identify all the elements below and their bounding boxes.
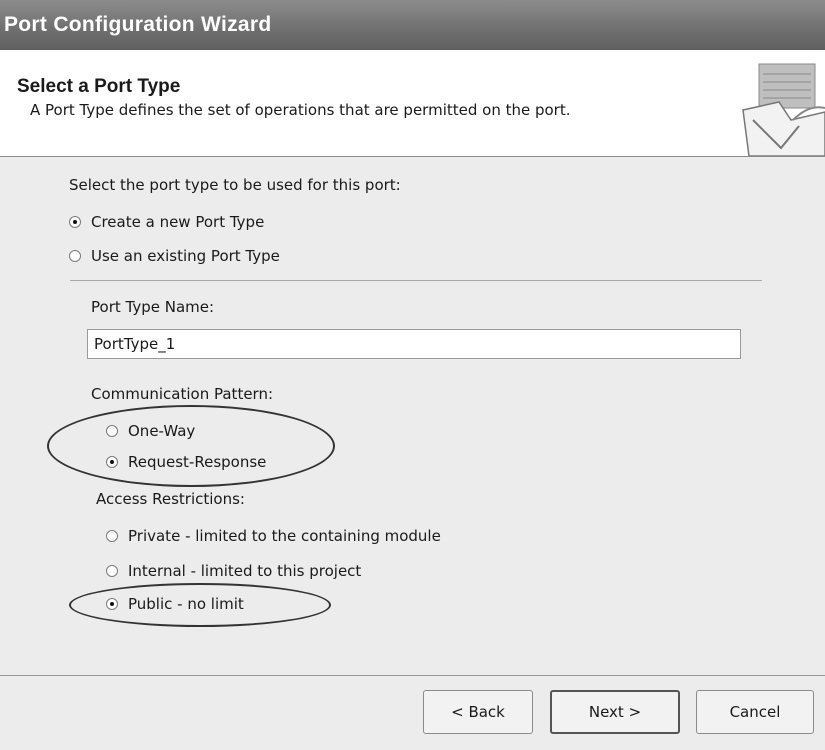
title-bar: Port Configuration Wizard: [0, 0, 825, 50]
radio-unselected-icon: [106, 425, 118, 437]
radio-label: Public - no limit: [128, 595, 244, 613]
radio-label: Use an existing Port Type: [91, 247, 280, 265]
wizard-port-icon: [742, 63, 825, 156]
radio-label: Internal - limited to this project: [128, 562, 362, 580]
public-access-radio[interactable]: Public - no limit: [106, 595, 244, 613]
highlight-ellipse: [47, 405, 335, 487]
next-button[interactable]: Next >: [550, 690, 680, 734]
divider: [70, 280, 762, 281]
window-title: Port Configuration Wizard: [4, 13, 272, 36]
use-existing-port-type-radio[interactable]: Use an existing Port Type: [69, 247, 280, 265]
radio-label: One-Way: [128, 422, 196, 440]
radio-label: Private - limited to the containing modu…: [128, 527, 441, 545]
radio-unselected-icon: [106, 565, 118, 577]
access-restrictions-label: Access Restrictions:: [96, 490, 245, 508]
wizard-header: Select a Port Type A Port Type defines t…: [0, 50, 825, 157]
radio-selected-icon: [106, 598, 118, 610]
port-type-prompt: Select the port type to be used for this…: [69, 176, 401, 194]
port-type-name-label: Port Type Name:: [91, 298, 215, 316]
request-response-radio[interactable]: Request-Response: [106, 453, 266, 471]
create-new-port-type-radio[interactable]: Create a new Port Type: [69, 213, 264, 231]
back-button[interactable]: < Back: [423, 690, 533, 734]
radio-selected-icon: [69, 216, 81, 228]
cancel-button[interactable]: Cancel: [696, 690, 814, 734]
page-subtitle: A Port Type defines the set of operation…: [30, 101, 571, 119]
internal-access-radio[interactable]: Internal - limited to this project: [106, 562, 361, 580]
footer-divider: [0, 675, 825, 676]
port-type-name-input[interactable]: PortType_1: [87, 329, 741, 359]
one-way-radio[interactable]: One-Way: [106, 422, 195, 440]
radio-unselected-icon: [69, 250, 81, 262]
radio-label: Request-Response: [128, 453, 267, 471]
radio-label: Create a new Port Type: [91, 213, 265, 231]
radio-selected-icon: [106, 456, 118, 468]
private-access-radio[interactable]: Private - limited to the containing modu…: [106, 527, 441, 545]
communication-pattern-label: Communication Pattern:: [91, 385, 274, 403]
page-title: Select a Port Type: [17, 76, 181, 97]
radio-unselected-icon: [106, 530, 118, 542]
wizard-window: Port Configuration Wizard Select a Port …: [0, 0, 825, 750]
